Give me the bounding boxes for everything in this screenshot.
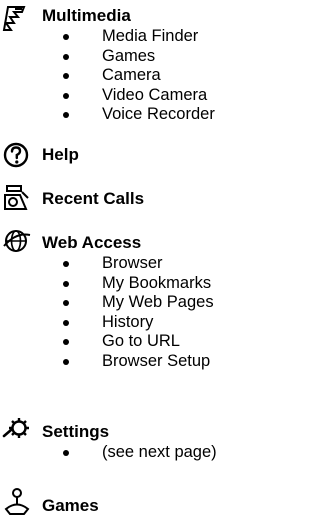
submenu-item[interactable]: Browser Setup [63,352,214,372]
submenu-item[interactable]: Video Camera [63,86,215,106]
submenu-item[interactable]: Go to URL [63,332,214,352]
menu-title: Web Access [42,233,142,252]
submenu-item[interactable]: History [63,313,214,333]
submenu-item[interactable]: My Bookmarks [63,274,214,294]
submenu-item[interactable]: Camera [63,66,215,86]
help-icon [2,141,32,169]
submenu-item[interactable]: Media Finder [63,27,215,47]
recent-calls-icon [2,183,32,211]
web-access-icon [2,227,32,255]
menu-title: Help [42,145,79,164]
multimedia-icon [2,4,32,32]
submenu-item[interactable]: Browser [63,254,214,274]
menu-title: Settings [42,422,110,441]
submenu-item[interactable]: Voice Recorder [63,105,215,125]
settings-icon [2,414,32,442]
submenu-item[interactable]: My Web Pages [63,293,214,313]
menu-title: Recent Calls [42,189,145,208]
submenu-item[interactable]: (see next page) [63,443,217,463]
games-icon [2,487,32,515]
menu-title: Multimedia [42,6,131,25]
menu-title: Games [42,496,99,515]
submenu-item[interactable]: Games [63,47,215,67]
